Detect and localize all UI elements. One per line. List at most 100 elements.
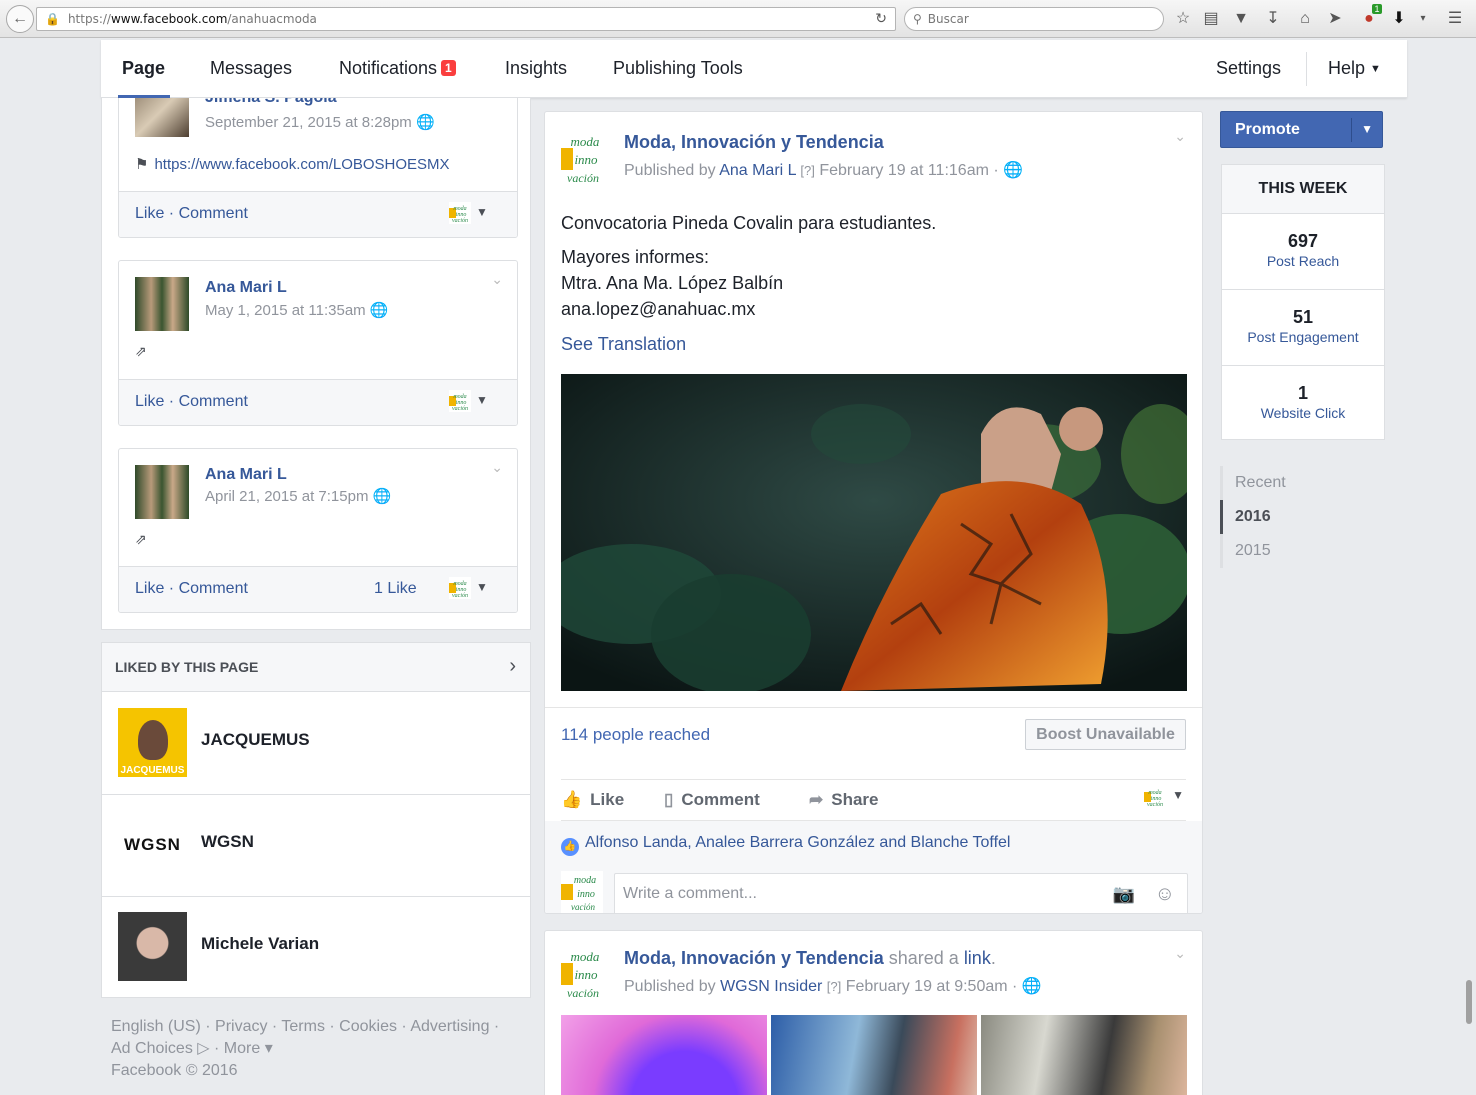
- comment-button[interactable]: ▯ Comment: [664, 790, 760, 810]
- post-date[interactable]: April 21, 2015 at 7:15pm 🌐: [205, 487, 391, 505]
- question-link[interactable]: [?]: [827, 979, 841, 994]
- tab-notifications[interactable]: Notifications 1: [339, 58, 456, 79]
- chevron-down-icon[interactable]: ⌄: [1174, 945, 1186, 962]
- stat-number: 697: [1287, 231, 1319, 251]
- liked-page-item[interactable]: Michele Varian: [102, 897, 530, 997]
- menu-icon[interactable]: ☰: [1444, 8, 1466, 30]
- page-avatar[interactable]: moda inno vación: [561, 945, 603, 1001]
- post-date[interactable]: February 19 at 9:50am ·: [846, 978, 1018, 995]
- avatar[interactable]: [135, 465, 189, 519]
- download-icon[interactable]: ↧: [1262, 8, 1284, 30]
- like-button[interactable]: 👍 Like: [561, 790, 624, 810]
- browser-search-input[interactable]: ⚲ Buscar: [904, 7, 1164, 31]
- liked-page-item[interactable]: WGSN WGSN: [102, 795, 530, 897]
- stat-post-reach[interactable]: 697 Post Reach: [1222, 214, 1384, 290]
- pocket-icon[interactable]: ▼: [1230, 8, 1252, 30]
- chevron-down-icon[interactable]: ▼: [476, 205, 488, 219]
- share-icon: ⇗: [135, 531, 147, 547]
- tab-publishing-tools[interactable]: Publishing Tools: [613, 58, 743, 79]
- timeline-recent[interactable]: Recent: [1223, 466, 1340, 500]
- chevron-down-icon[interactable]: ▼: [1361, 122, 1373, 136]
- svg-text:moda: moda: [574, 875, 596, 886]
- stat-label[interactable]: Post Reach: [1222, 253, 1384, 269]
- chevron-down-icon[interactable]: ⌄: [491, 459, 503, 476]
- settings-link[interactable]: Settings: [1216, 58, 1281, 79]
- download-arrow-icon[interactable]: ⬇: [1388, 8, 1410, 30]
- star-icon[interactable]: ☆: [1172, 8, 1194, 30]
- send-icon[interactable]: ➤: [1324, 8, 1346, 30]
- page-voice-icon[interactable]: moda inno vación: [449, 577, 471, 599]
- promote-button[interactable]: Promote ▼: [1220, 111, 1383, 148]
- help-menu[interactable]: Help ▼: [1328, 58, 1381, 79]
- chevron-down-icon[interactable]: ⌄: [1174, 128, 1186, 145]
- liked-page-name[interactable]: Michele Varian: [201, 934, 319, 954]
- chevron-down-icon[interactable]: ⌄: [491, 271, 503, 288]
- stat-post-engagement[interactable]: 51 Post Engagement: [1222, 290, 1384, 366]
- reload-icon[interactable]: ↻: [875, 11, 887, 27]
- page-voice-icon[interactable]: moda inno vación: [1144, 786, 1166, 808]
- overflow-chevron-icon[interactable]: ▾: [1412, 8, 1434, 30]
- address-bar[interactable]: 🔒 https://www.facebook.com/anahuacmoda ↻: [36, 7, 896, 31]
- post-author[interactable]: Jimena S. Pagola: [205, 98, 337, 107]
- link-preview-images[interactable]: [561, 1015, 1187, 1095]
- published-label: Published by: [624, 978, 716, 995]
- comment-input[interactable]: Write a comment... 📷 ☺: [614, 873, 1188, 913]
- emoji-icon[interactable]: ☺: [1155, 874, 1175, 913]
- page-thumbnail: WGSN: [124, 834, 181, 854]
- back-icon[interactable]: ←: [6, 5, 34, 33]
- shared-link-post: moda inno vación Moda, Innovación y Tenden…: [544, 930, 1203, 1095]
- post-page-name[interactable]: Moda, Innovación y Tendencia: [624, 132, 884, 153]
- shared-link[interactable]: link: [964, 948, 991, 968]
- avatar[interactable]: [135, 277, 189, 331]
- page-voice-icon[interactable]: moda inno vación: [449, 202, 471, 224]
- chevron-down-icon[interactable]: ▼: [1172, 788, 1184, 802]
- post-date[interactable]: February 19 at 11:16am ·: [819, 162, 998, 179]
- page-scrollbar[interactable]: [1466, 980, 1472, 1024]
- post-link[interactable]: ⚑ https://www.facebook.com/LOBOSHOESMX: [135, 155, 450, 173]
- like-comment-actions[interactable]: Like · Comment: [135, 580, 248, 598]
- liked-page-name[interactable]: WGSN: [201, 832, 254, 852]
- publisher-name[interactable]: Ana Mari L: [719, 162, 796, 179]
- tab-messages[interactable]: Messages: [210, 58, 292, 79]
- post-image[interactable]: [561, 374, 1187, 691]
- reading-list-icon[interactable]: ▤: [1200, 8, 1222, 30]
- like-count[interactable]: 1 Like: [374, 580, 417, 598]
- likers-list[interactable]: 👍 Alfonso Landa, Analee Barrera González …: [561, 834, 1010, 856]
- chevron-down-icon[interactable]: ▼: [476, 393, 488, 407]
- page-avatar[interactable]: moda inno vación: [561, 130, 603, 186]
- see-translation-link[interactable]: See Translation: [561, 334, 686, 355]
- footer-line[interactable]: Ad Choices ▷ · More ▾: [111, 1038, 511, 1060]
- like-comment-actions[interactable]: Like · Comment: [135, 205, 248, 223]
- post-author[interactable]: Ana Mari L: [205, 466, 287, 484]
- chevron-down-icon[interactable]: ▼: [476, 580, 488, 594]
- tab-insights[interactable]: Insights: [505, 58, 567, 79]
- stat-label[interactable]: Post Engagement: [1222, 329, 1384, 345]
- publisher-name[interactable]: WGSN Insider: [720, 978, 822, 995]
- preview-image: [771, 1015, 977, 1095]
- people-reached-link[interactable]: 114 people reached: [561, 725, 710, 745]
- liked-by-header[interactable]: LIKED BY THIS PAGE ›: [102, 643, 530, 692]
- footer-line[interactable]: English (US) · Privacy · Terms · Cookies…: [111, 1016, 511, 1038]
- post-author[interactable]: Ana Mari L: [205, 279, 287, 297]
- post-page-name[interactable]: Moda, Innovación y Tendencia: [624, 948, 884, 968]
- share-button[interactable]: ➦ Share: [809, 790, 879, 810]
- liked-page-name[interactable]: JACQUEMUS: [201, 730, 310, 750]
- page-voice-icon[interactable]: moda inno vación: [449, 390, 471, 412]
- camera-icon[interactable]: 📷: [1113, 874, 1135, 913]
- stat-label[interactable]: Website Click: [1222, 405, 1384, 421]
- question-link[interactable]: [?]: [800, 163, 814, 178]
- post-date[interactable]: September 21, 2015 at 8:28pm 🌐: [205, 113, 435, 131]
- tab-page[interactable]: Page: [122, 58, 165, 79]
- home-icon[interactable]: ⌂: [1294, 8, 1316, 30]
- liked-page-item[interactable]: JACQUEMUS JACQUEMUS: [102, 693, 530, 795]
- chevron-right-icon[interactable]: ›: [509, 655, 516, 678]
- promote-label: Promote: [1235, 121, 1300, 138]
- post-date[interactable]: May 1, 2015 at 11:35am 🌐: [205, 301, 389, 319]
- avatar[interactable]: [135, 98, 189, 137]
- timeline-2016[interactable]: 2016: [1220, 500, 1340, 534]
- timeline-2015[interactable]: 2015: [1223, 534, 1340, 568]
- boost-button[interactable]: Boost Unavailable: [1025, 719, 1186, 750]
- stat-website-click[interactable]: 1 Website Click: [1222, 366, 1384, 442]
- page-thumbnail: [118, 912, 187, 981]
- like-comment-actions[interactable]: Like · Comment: [135, 393, 248, 411]
